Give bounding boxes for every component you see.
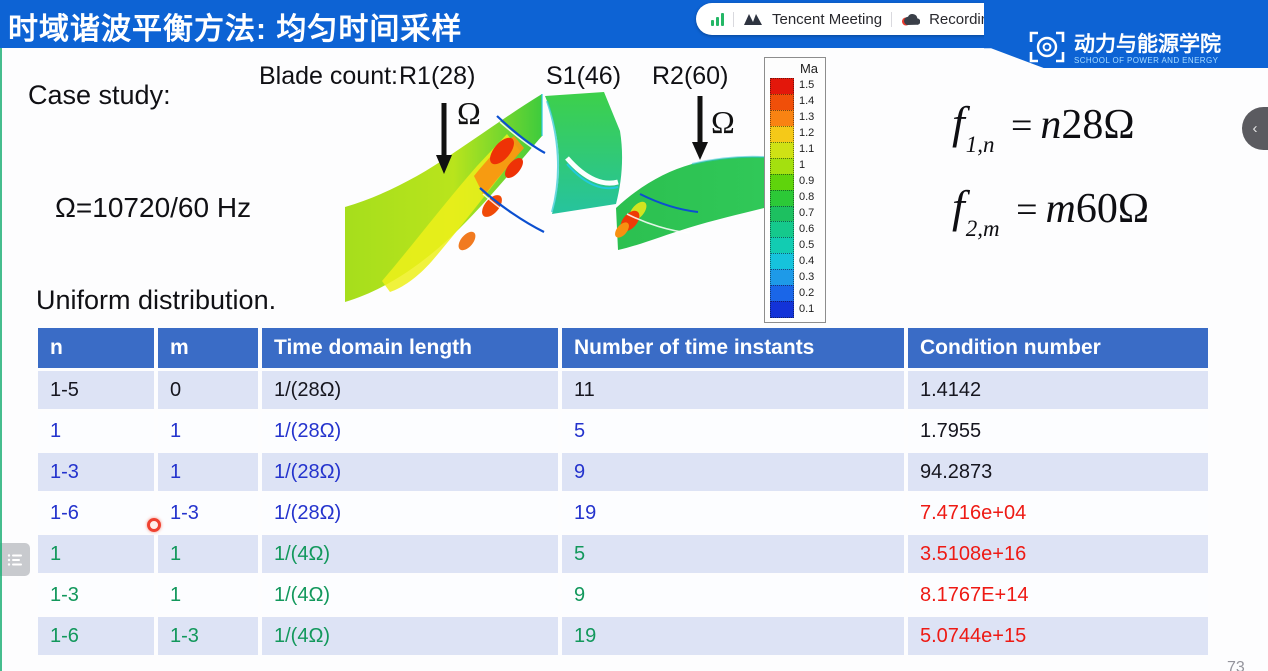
col-header-instants: Number of time instants (562, 328, 904, 368)
slide-title: 时域谐波平衡方法: 均匀时间采样 (8, 4, 462, 48)
laser-pointer-dot (147, 518, 161, 532)
colorbar-cell: 1.1 (770, 142, 821, 158)
colorbar-cell: 1.5 (770, 78, 821, 94)
formula-variable: m (1046, 186, 1076, 232)
colorbar-cell: 0.3 (770, 269, 821, 285)
table-row: 111/(28Ω)51.7955 (38, 412, 1208, 450)
screen-edge-artifact (0, 48, 2, 671)
formula-rest: 60Ω (1076, 186, 1149, 232)
formula-subscript: 1,n (966, 132, 995, 157)
frequency-formulas: f1,n =n28Ω f2,m =m60Ω (952, 96, 1149, 264)
screen: 时域谐波平衡方法: 均匀时间采样 Tencent Meeting Recordi… (0, 0, 1268, 671)
colorbar-cell: 1.2 (770, 126, 821, 142)
formula-subscript: 2,m (966, 216, 1000, 241)
omega-label-r2: Ω (711, 104, 735, 140)
school-name-en: SCHOOL OF POWER AND ENERGY (1074, 56, 1221, 65)
colorbar-cell: 0.6 (770, 221, 821, 237)
divider (891, 12, 892, 27)
formula-rest: 28Ω (1061, 102, 1134, 148)
formula-base: f (952, 97, 965, 148)
equals-sign: = (1016, 189, 1037, 231)
colorbar-cell: 0.8 (770, 190, 821, 206)
colorbar-rows: 1.51.41.31.21.110.90.80.70.60.50.40.30.2… (770, 78, 821, 317)
sidebar-toggle-button[interactable] (0, 543, 30, 576)
mach-colorbar: Ma 1.51.41.31.21.110.90.80.70.60.50.40.3… (764, 57, 826, 323)
formula-f2: f2,m =m60Ω (952, 180, 1149, 264)
table-row: 1-61-31/(4Ω)195.0744e+15 (38, 617, 1208, 655)
col-header-m: m (158, 328, 258, 368)
colorbar-cell: 0.4 (770, 253, 821, 269)
col-header-cond: Condition number (908, 328, 1208, 368)
school-name-cn: 动力与能源学院 (1074, 34, 1221, 56)
table-row: 111/(4Ω)53.5108e+16 (38, 535, 1208, 573)
collapse-panel-tab[interactable]: ‹ (1242, 107, 1268, 150)
cfd-contour-plot: Ω Ω (252, 56, 766, 322)
col-header-tdl: Time domain length (262, 328, 558, 368)
col-header-n: n (38, 328, 154, 368)
colorbar-cell: 0.1 (770, 301, 821, 317)
network-signal-icon (711, 12, 724, 26)
colorbar-cell: 0.5 (770, 237, 821, 253)
omega-label-r1: Ω (457, 95, 481, 131)
meeting-app-name: Tencent Meeting (772, 11, 882, 28)
colorbar-cell: 0.9 (770, 174, 821, 190)
formula-f1: f1,n =n28Ω (952, 96, 1149, 180)
rotation-speed: Ω=10720/60 Hz (55, 192, 251, 224)
school-logo-icon (1028, 29, 1068, 65)
formula-base: f (952, 181, 965, 232)
meeting-status-pill[interactable]: Tencent Meeting Recording (696, 3, 1012, 35)
table-row: 1-501/(28Ω)111.4142 (38, 371, 1208, 409)
colorbar-cell: 1.4 (770, 94, 821, 110)
rotor2-omega-arrow: Ω (692, 96, 735, 160)
divider (733, 12, 734, 27)
formula-variable: n (1040, 102, 1061, 148)
table-row: 1-61-31/(28Ω)197.4716e+04 (38, 494, 1208, 532)
list-icon (7, 553, 23, 567)
tencent-meeting-logo-icon (743, 12, 763, 26)
school-banner: 动力与能源学院 SCHOOL OF POWER AND ENERGY (984, 0, 1268, 68)
colorbar-cell: 1.3 (770, 110, 821, 126)
colorbar-cell: 1 (770, 158, 821, 174)
colorbar-title: Ma (770, 61, 821, 78)
case-study-label: Case study: (28, 80, 171, 111)
colorbar-cell: 0.7 (770, 206, 821, 222)
results-table: n m Time domain length Number of time in… (34, 325, 1212, 658)
chevron-left-icon: ‹ (1253, 120, 1258, 137)
table-row: 1-311/(28Ω)994.2873 (38, 453, 1208, 491)
equals-sign: = (1011, 105, 1032, 147)
uniform-distribution-label: Uniform distribution. (36, 285, 276, 316)
page-number: 73 (1227, 659, 1245, 671)
colorbar-cell: 0.2 (770, 285, 821, 301)
table-row: 1-311/(4Ω)98.1767E+14 (38, 576, 1208, 614)
table-header-row: n m Time domain length Number of time in… (38, 328, 1208, 368)
recording-cloud-icon (901, 12, 920, 26)
